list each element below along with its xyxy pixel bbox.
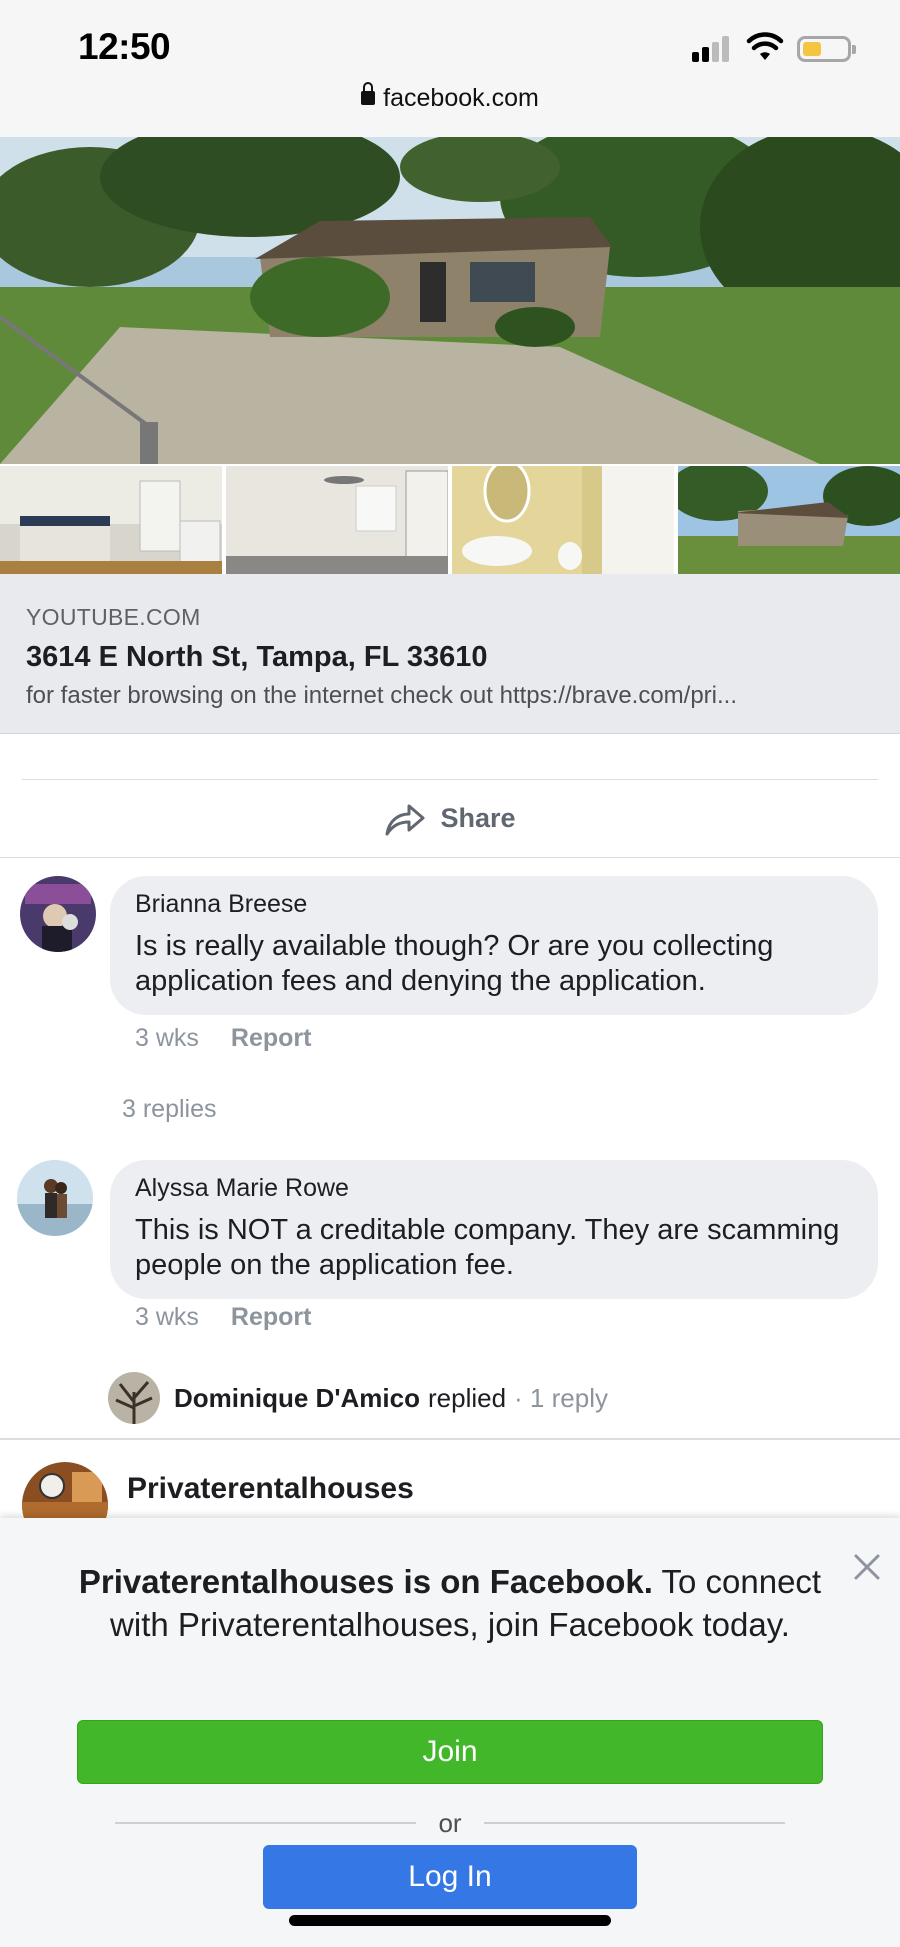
- reply-author: Dominique D'Amico: [174, 1382, 420, 1413]
- or-separator: or: [115, 1798, 785, 1848]
- signup-sheet: Privaterentalhouses is on Facebook. To c…: [0, 1518, 900, 1947]
- signal-icon: [692, 36, 732, 62]
- signup-message-strong: Privaterentalhouses is on Facebook.: [78, 1563, 653, 1600]
- home-indicator[interactable]: [289, 1915, 611, 1926]
- comment-author[interactable]: Brianna Breese: [135, 890, 854, 919]
- photo-thumbnails: [0, 466, 900, 574]
- link-description: for faster browsing on the internet chec…: [26, 682, 738, 709]
- reply-preview[interactable]: Dominique D'Amico replied · 1 reply: [108, 1371, 608, 1425]
- battery-icon: [797, 36, 856, 62]
- avatar[interactable]: [20, 876, 96, 952]
- comment-meta: 3 wks Report: [135, 1024, 311, 1053]
- view-replies-link[interactable]: 3 replies: [122, 1095, 217, 1124]
- link-preview-card[interactable]: YOUTUBE.COM 3614 E North St, Tampa, FL 3…: [0, 574, 900, 734]
- link-title: 3614 E North St, Tampa, FL 33610: [26, 641, 488, 673]
- reply-count: · 1 reply: [514, 1382, 608, 1413]
- comment-time[interactable]: 3 wks: [135, 1024, 199, 1052]
- next-post-header: Privaterentalhouses: [0, 1440, 900, 1520]
- wifi-icon: [746, 32, 784, 60]
- close-icon[interactable]: [852, 1552, 882, 1582]
- or-label: or: [438, 1807, 462, 1838]
- page-avatar[interactable]: [22, 1462, 108, 1520]
- comment-meta: 3 wks Report: [135, 1303, 311, 1332]
- comment-text: Is is really available though? Or are yo…: [135, 930, 774, 997]
- photo-thumb-exterior[interactable]: [678, 466, 900, 574]
- comment-bubble: Alyssa Marie Rowe This is NOT a creditab…: [110, 1160, 878, 1299]
- status-bar: 12:50 facebook.com: [0, 0, 900, 140]
- avatar[interactable]: [17, 1160, 93, 1236]
- page-name[interactable]: Privaterentalhouses: [127, 1472, 414, 1506]
- house-photo-main[interactable]: [0, 137, 900, 464]
- comment-author[interactable]: Alyssa Marie Rowe: [135, 1174, 854, 1203]
- comment-bubble: Brianna Breese Is is really available th…: [110, 876, 878, 1015]
- share-label: Share: [440, 803, 516, 833]
- photo-thumb-bathroom[interactable]: [452, 466, 674, 574]
- comment-text: This is NOT a creditable company. They a…: [135, 1214, 840, 1281]
- url-text: facebook.com: [383, 84, 539, 112]
- signup-message: Privaterentalhouses is on Facebook. To c…: [60, 1560, 840, 1646]
- reply-action: replied: [427, 1382, 507, 1413]
- link-domain: YOUTUBE.COM: [26, 604, 201, 630]
- report-link[interactable]: Report: [231, 1303, 312, 1331]
- status-time: 12:50: [78, 26, 171, 67]
- join-button[interactable]: Join: [77, 1720, 823, 1784]
- comment-time[interactable]: 3 wks: [135, 1303, 199, 1331]
- lock-icon: [361, 82, 376, 105]
- login-button[interactable]: Log In: [263, 1845, 637, 1909]
- photo-thumb-kitchen[interactable]: [0, 466, 222, 574]
- url-bar[interactable]: facebook.com: [0, 82, 900, 113]
- photo-thumb-room[interactable]: [226, 466, 448, 574]
- share-button[interactable]: Share: [0, 780, 900, 858]
- avatar: [108, 1372, 160, 1424]
- report-link[interactable]: Report: [231, 1024, 312, 1052]
- share-icon: [385, 804, 425, 835]
